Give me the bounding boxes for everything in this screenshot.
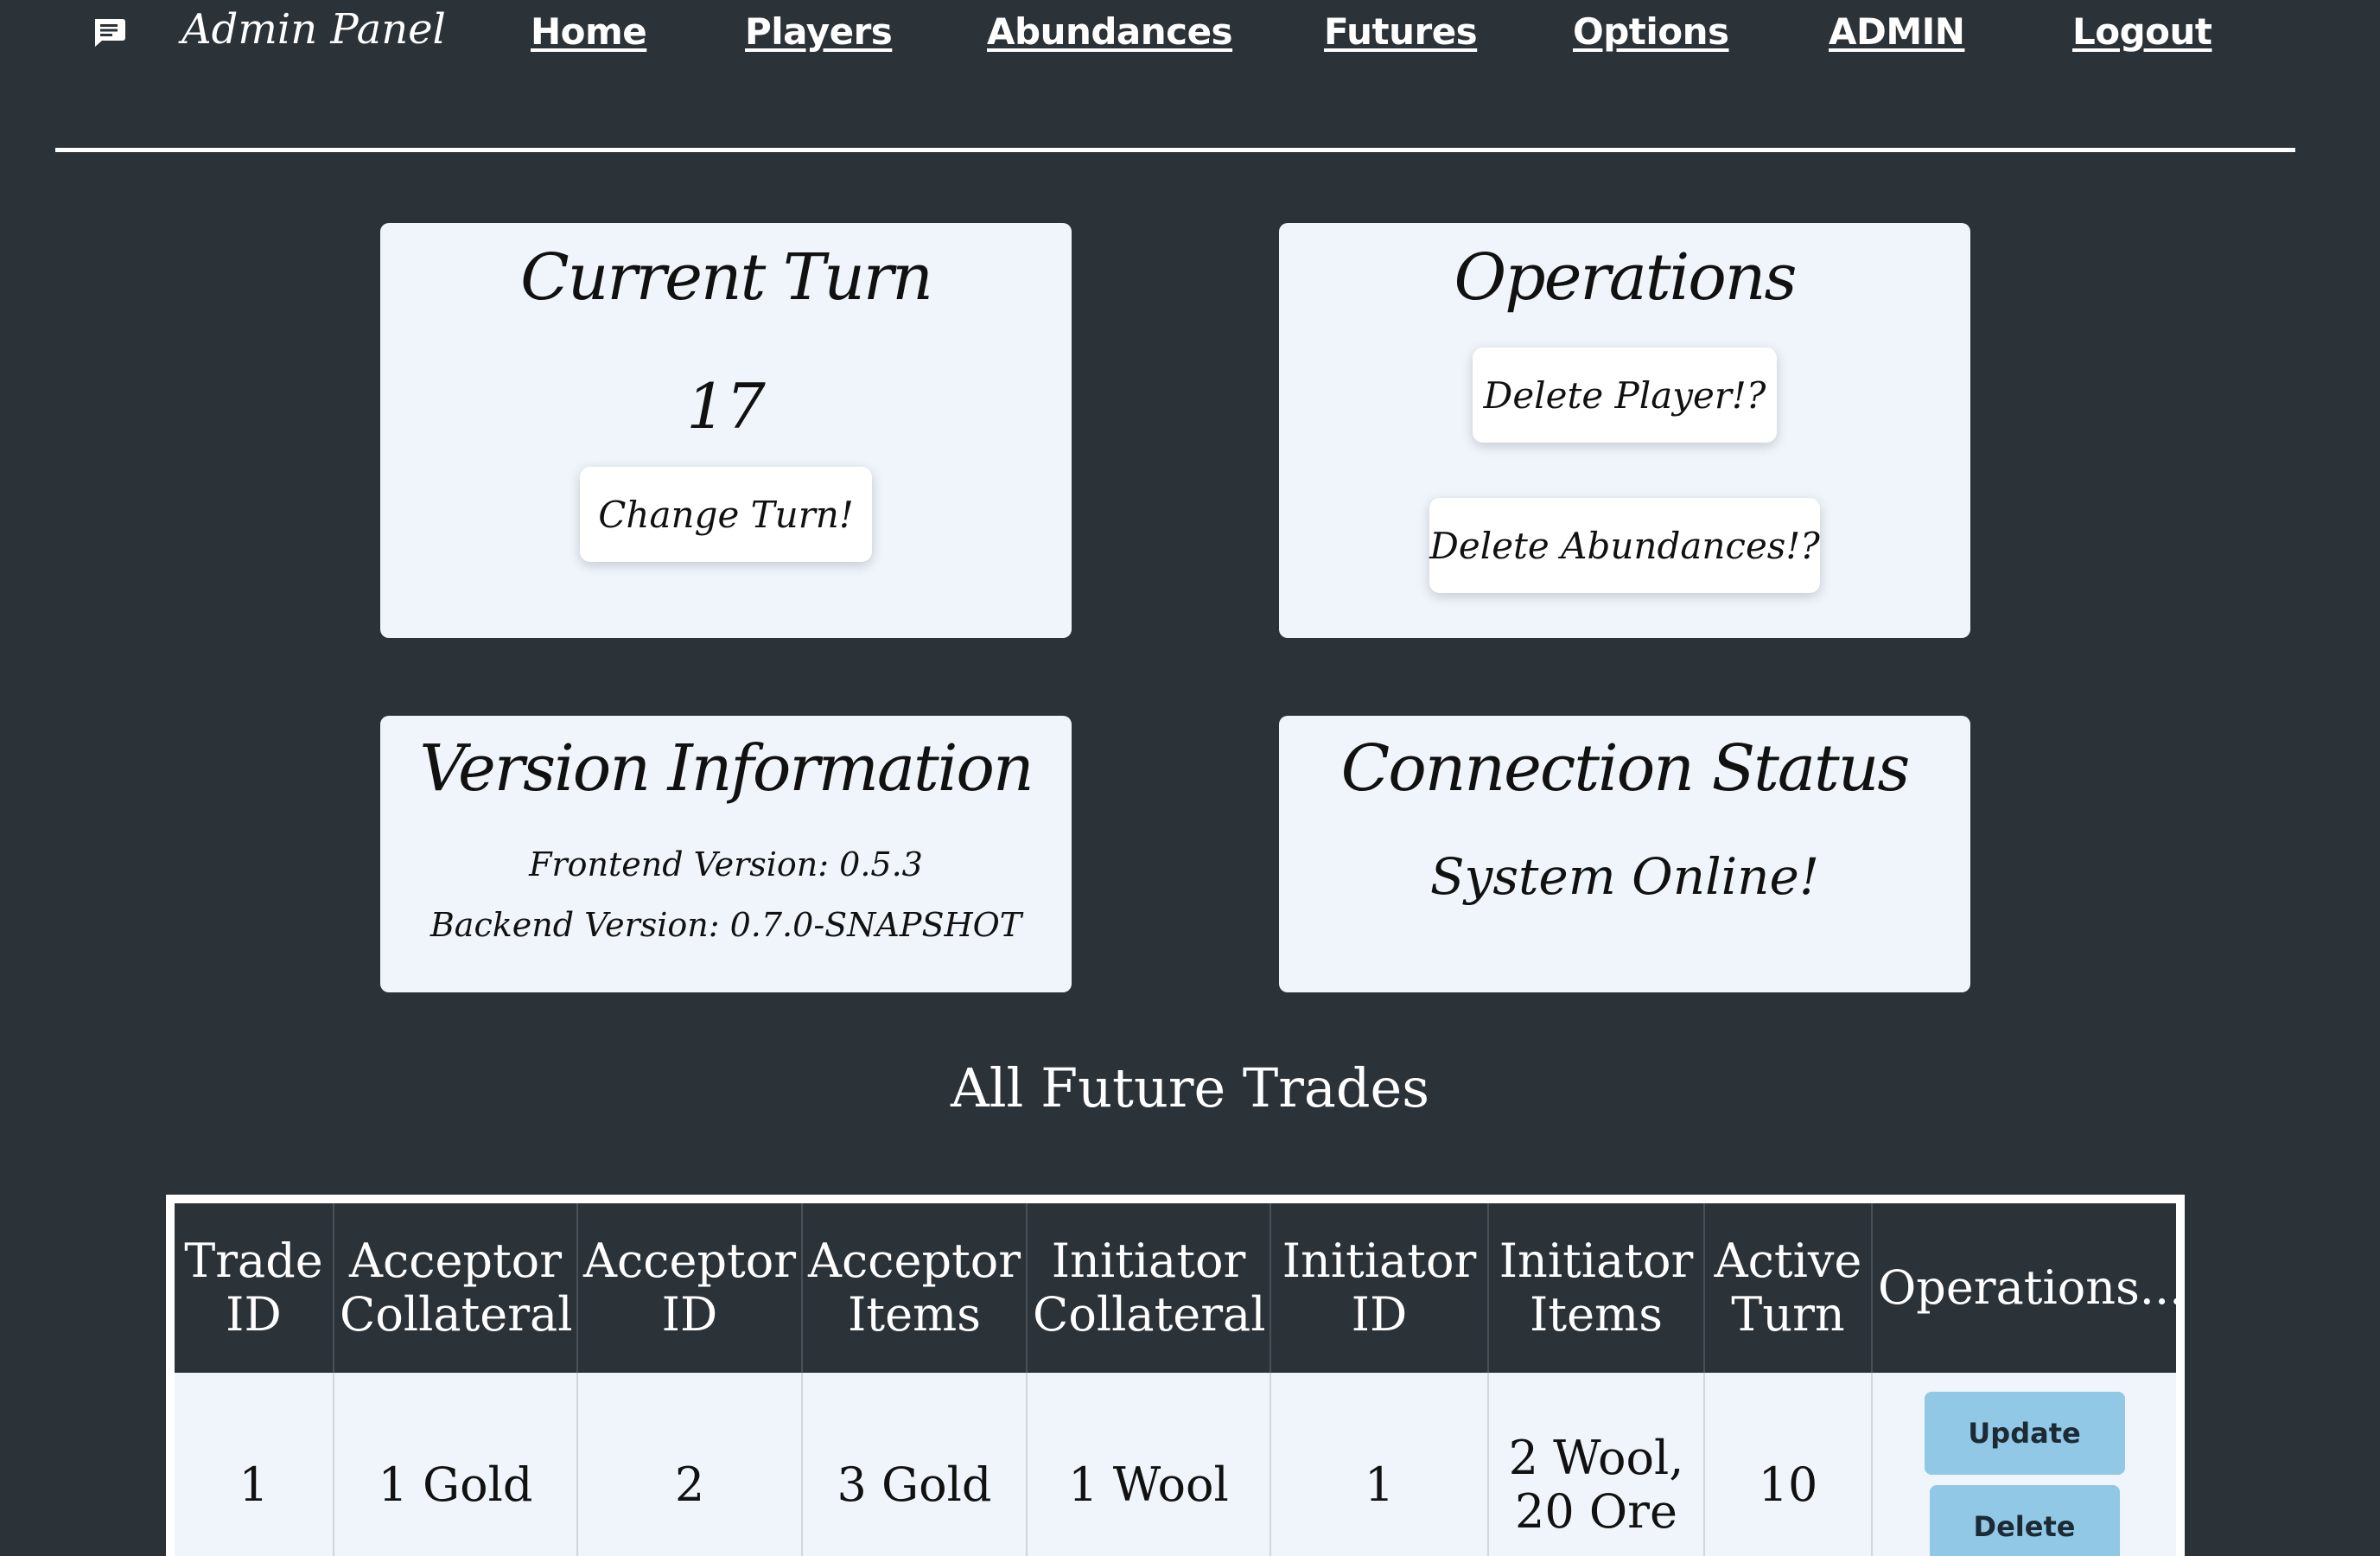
backend-version: Backend Version: 0.7.0-SNAPSHOT — [430, 906, 1022, 944]
header-divider — [55, 148, 2295, 152]
delete-player-button[interactable]: Delete Player!? — [1473, 348, 1777, 443]
table-header-row: Trade ID Acceptor Collateral Acceptor ID Ac… — [175, 1203, 2176, 1373]
nav-logout[interactable]: Logout — [2072, 10, 2212, 53]
column-header-initiator-collateral: Initiator Collateral — [1027, 1203, 1271, 1373]
nav-abundances[interactable]: Abundances — [987, 10, 1233, 53]
column-header-initiator-id: Initiator ID — [1270, 1203, 1489, 1373]
future-trades-title: All Future Trades — [950, 1056, 1430, 1119]
current-turn-card: Current Turn 17 Change Turn! — [380, 223, 1072, 638]
column-header-initiator-items: Initiator Items — [1488, 1203, 1705, 1373]
delete-trade-button[interactable]: Delete — [1929, 1485, 2120, 1556]
cell-active-turn: 10 — [1704, 1373, 1873, 1556]
nav-admin[interactable]: ADMIN — [1829, 10, 1965, 53]
chat-icon[interactable] — [92, 17, 126, 48]
admin-page: Admin Panel Home Players Abundances Futu… — [0, 0, 2380, 1556]
current-turn-title: Current Turn — [520, 240, 933, 315]
column-header-trade-id: Trade ID — [175, 1203, 334, 1373]
cell-operations: Update Delete — [1872, 1373, 2176, 1556]
cell-acceptor-id: 2 — [577, 1373, 803, 1556]
connection-status-title: Connection Status — [1340, 731, 1911, 806]
top-nav: Admin Panel Home Players Abundances Futu… — [0, 0, 2380, 95]
future-trades-table: Trade ID Acceptor Collateral Acceptor ID Ac… — [166, 1195, 2185, 1556]
cell-initiator-id: 1 — [1270, 1373, 1489, 1556]
current-turn-value: 17 — [686, 370, 766, 443]
nav-players[interactable]: Players — [745, 10, 893, 53]
nav-options[interactable]: Options — [1573, 10, 1729, 53]
operations-card: Operations Delete Player!? Delete Abunda… — [1279, 223, 1970, 638]
change-turn-button[interactable]: Change Turn! — [580, 467, 872, 562]
update-trade-button[interactable]: Update — [1924, 1392, 2125, 1475]
brand-title: Admin Panel — [181, 5, 446, 54]
cell-acceptor-collateral: 1 Gold — [334, 1373, 578, 1556]
version-info-card: Version Information Frontend Version: 0.… — [380, 716, 1072, 992]
column-header-active-turn: Active Turn — [1704, 1203, 1873, 1373]
column-header-acceptor-collateral: Acceptor Collateral — [334, 1203, 578, 1373]
column-header-acceptor-items: Acceptor Items — [802, 1203, 1028, 1373]
nav-home[interactable]: Home — [531, 10, 647, 53]
column-header-operations: Operations... — [1872, 1203, 2176, 1373]
cell-initiator-items: 2 Wool, 20 Ore — [1488, 1373, 1705, 1556]
delete-abundances-button[interactable]: Delete Abundances!? — [1429, 498, 1820, 593]
cell-trade-id: 1 — [175, 1373, 334, 1556]
frontend-version: Frontend Version: 0.5.3 — [529, 845, 923, 883]
connection-status-text: System Online! — [1429, 847, 1820, 906]
connection-status-card: Connection Status System Online! — [1279, 716, 1970, 992]
column-header-acceptor-id: Acceptor ID — [577, 1203, 803, 1373]
version-info-title: Version Information — [419, 731, 1034, 806]
operations-title: Operations — [1454, 240, 1798, 315]
cell-acceptor-items: 3 Gold — [802, 1373, 1028, 1556]
table-row: 1 1 Gold 2 3 Gold 1 Wool 1 2 Wool, 20 Ore… — [175, 1373, 2176, 1556]
nav-futures[interactable]: Futures — [1324, 10, 1478, 53]
cell-initiator-collateral: 1 Wool — [1027, 1373, 1271, 1556]
